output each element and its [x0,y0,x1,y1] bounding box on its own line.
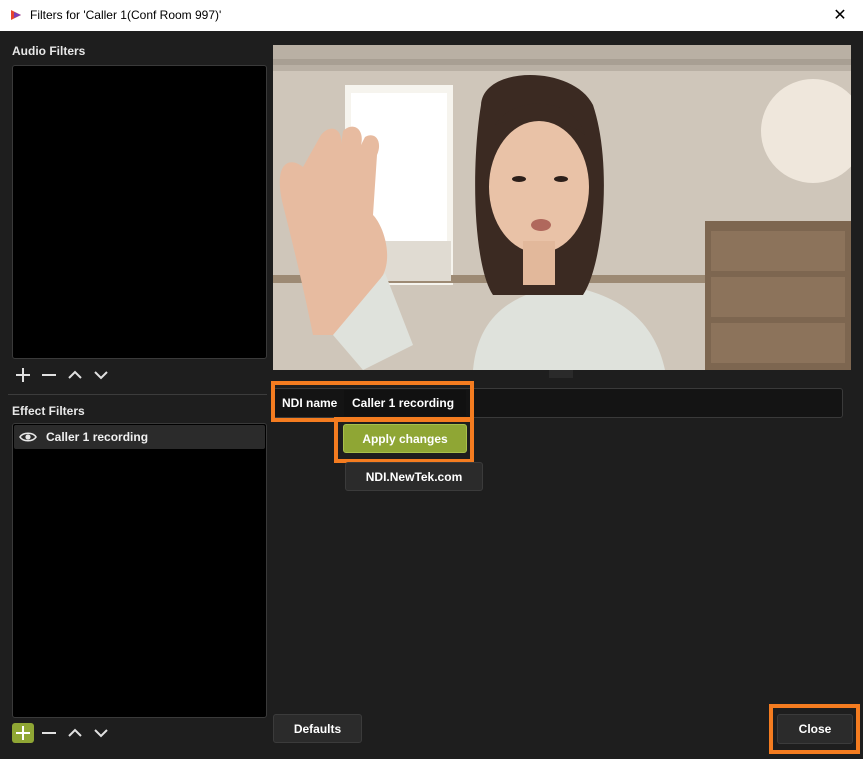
defaults-button[interactable]: Defaults [273,714,362,743]
audio-filters-list[interactable] [12,65,267,359]
effect-move-up-button[interactable] [64,723,86,743]
chevron-down-icon [94,729,108,738]
close-highlight [769,704,860,754]
ndi-name-highlight [271,381,474,422]
audio-filters-label: Audio Filters [12,44,86,58]
effect-add-button[interactable] [12,723,34,743]
chevron-down-icon [94,371,108,380]
effect-filters-list[interactable] [12,423,267,718]
preview-image [273,45,851,370]
window-close-button[interactable]: ✕ [817,0,863,31]
app-logo-icon [9,8,23,22]
effect-remove-button[interactable] [38,723,60,743]
minus-icon [42,732,56,734]
ndi-website-button[interactable]: NDI.NewTek.com [345,462,483,491]
effect-filter-item[interactable]: Caller 1 recording [14,425,265,449]
audio-move-down-button[interactable] [90,365,112,385]
minus-icon [42,374,56,376]
chevron-up-icon [68,728,82,737]
title-bar: Filters for 'Caller 1(Conf Room 997)' ✕ [0,0,863,32]
panel-divider [8,394,267,395]
video-preview [273,45,851,370]
effect-filter-name: Caller 1 recording [46,430,149,444]
dialog-body: Audio Filters Effect Filters Caller 1 re… [0,31,863,759]
apply-highlight [334,417,474,463]
effect-filters-label: Effect Filters [12,404,85,418]
plus-icon [16,368,30,382]
plus-icon [16,726,30,740]
chevron-up-icon [68,370,82,379]
preview-resize-handle[interactable] [549,370,573,378]
audio-move-up-button[interactable] [64,365,86,385]
effect-move-down-button[interactable] [90,723,112,743]
audio-add-button[interactable] [12,365,34,385]
audio-remove-button[interactable] [38,365,60,385]
window-title: Filters for 'Caller 1(Conf Room 997)' [30,8,222,22]
eye-icon[interactable] [19,430,37,444]
